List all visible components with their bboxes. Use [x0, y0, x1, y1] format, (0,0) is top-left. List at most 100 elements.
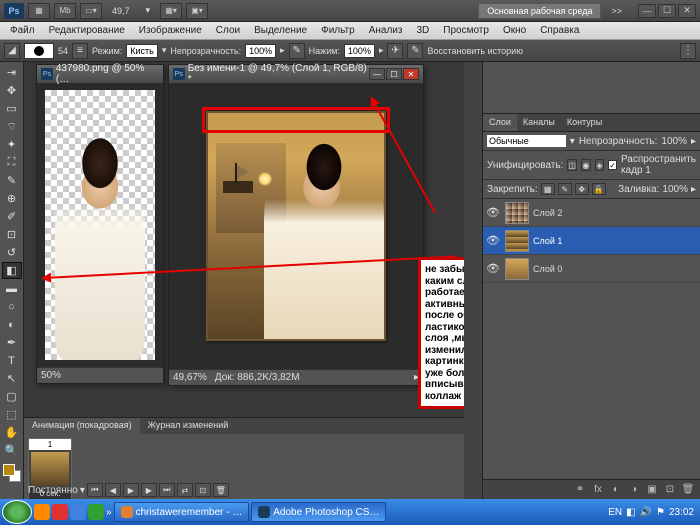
last-frame-icon[interactable]: ⏭	[159, 483, 175, 497]
layer-opacity-field[interactable]: 100%	[661, 136, 687, 147]
visibility-icon[interactable]: 👁	[485, 205, 501, 221]
visibility-icon[interactable]: 👁	[485, 261, 501, 277]
menu-view[interactable]: Просмотр	[437, 23, 495, 38]
bridge-icon[interactable]: ▦	[28, 3, 50, 19]
lock-pixels-icon[interactable]: ✎	[558, 183, 572, 195]
loop-select[interactable]: Постоянно	[28, 485, 78, 496]
opacity-field[interactable]: 100%	[245, 44, 276, 58]
new-layer-icon[interactable]: ⊡	[662, 483, 678, 497]
menu-help[interactable]: Справка	[534, 23, 585, 38]
zoom-level[interactable]: 49,7	[106, 6, 136, 16]
menu-file[interactable]: Файл	[4, 23, 41, 38]
fill-field[interactable]: 100%	[662, 184, 688, 195]
quick-launch-icon[interactable]	[70, 504, 86, 520]
hand-tool[interactable]: ✋	[2, 424, 22, 441]
layer-row[interactable]: 👁 Слой 1	[483, 227, 700, 255]
brush-preview[interactable]	[24, 43, 54, 59]
document-window-1[interactable]: Ps 437980.png @ 50% (… 50%	[36, 64, 164, 384]
tab-paths[interactable]: Контуры	[561, 114, 608, 131]
layer-row[interactable]: 👁 Слой 2	[483, 199, 700, 227]
gradient-tool[interactable]: ▬	[2, 280, 22, 297]
doc-minimize-icon[interactable]: —	[369, 68, 385, 80]
tab-history[interactable]: Журнал изменений	[140, 418, 237, 434]
flow-field[interactable]: 100%	[344, 44, 375, 58]
tablet-opacity-icon[interactable]: ✎	[289, 43, 305, 59]
eyedropper-tool[interactable]: ✎	[2, 172, 22, 189]
layer-thumbnail[interactable]	[505, 202, 529, 224]
close-icon[interactable]: ✕	[678, 4, 696, 18]
doc1-zoom[interactable]: 50%	[41, 370, 61, 381]
doc-close-icon[interactable]: ✕	[403, 68, 419, 80]
dodge-tool[interactable]: ◐	[2, 316, 22, 333]
foreground-color[interactable]	[3, 464, 15, 476]
type-tool[interactable]: T	[2, 352, 22, 369]
menu-select[interactable]: Выделение	[248, 23, 313, 38]
lock-transparent-icon[interactable]: ▦	[541, 183, 555, 195]
taskbar-app-2[interactable]: Adobe Photoshop CS…	[251, 502, 386, 522]
layer-mask-icon[interactable]: ◐	[608, 483, 624, 497]
tab-channels[interactable]: Каналы	[517, 114, 561, 131]
lock-position-icon[interactable]: ✥	[575, 183, 589, 195]
arrange-icon[interactable]: ▦▾	[160, 3, 182, 19]
menu-image[interactable]: Изображение	[133, 23, 208, 38]
play-icon[interactable]: ▶	[123, 483, 139, 497]
layer-row[interactable]: 👁 Слой 0	[483, 255, 700, 283]
layer-thumbnail[interactable]	[505, 230, 529, 252]
doc2-titlebar[interactable]: Ps Без имени-1 @ 49,7% (Слой 1, RGB/8) *…	[169, 65, 423, 83]
zoom-tool[interactable]: 🔍	[2, 442, 22, 459]
propagate-checkbox[interactable]: ✓	[608, 160, 617, 170]
layer-style-icon[interactable]: fx	[590, 483, 606, 497]
group-icon[interactable]: ▣	[644, 483, 660, 497]
quick-launch-icon[interactable]	[34, 504, 50, 520]
doc2-zoom[interactable]: 49,67%	[173, 372, 207, 383]
unify-style-icon[interactable]: ◈	[595, 159, 605, 171]
doc1-canvas[interactable]	[37, 83, 163, 367]
menu-layer[interactable]: Слои	[210, 23, 246, 38]
upper-panel-collapsed[interactable]	[483, 62, 700, 114]
tablet-size-icon[interactable]: ✎	[407, 43, 423, 59]
clock[interactable]: 23:02	[669, 507, 694, 518]
layer-name[interactable]: Слой 2	[533, 208, 562, 218]
unify-position-icon[interactable]: ◫	[567, 159, 577, 171]
delete-frame-icon[interactable]: 🗑	[213, 483, 229, 497]
eraser-tool[interactable]: ◧	[2, 262, 22, 279]
menu-filter[interactable]: Фильтр	[315, 23, 361, 38]
stamp-tool[interactable]: ⊡	[2, 226, 22, 243]
tray-icon[interactable]: ◧	[626, 507, 635, 518]
collapsed-panel-strip[interactable]	[464, 62, 482, 499]
tween-icon[interactable]: ⇄	[177, 483, 193, 497]
lock-all-icon[interactable]: 🔒	[592, 183, 606, 195]
quick-launch-icon[interactable]	[52, 504, 68, 520]
blur-tool[interactable]: ○	[2, 298, 22, 315]
delete-layer-icon[interactable]: 🗑	[680, 483, 696, 497]
grip-icon[interactable]: ⋮	[680, 43, 696, 59]
minimize-icon[interactable]: —	[638, 4, 656, 18]
heal-tool[interactable]: ⊕	[2, 190, 22, 207]
view-extras-icon[interactable]: ▭▾	[80, 3, 102, 19]
tray-icon[interactable]: ⚑	[656, 507, 665, 518]
layer-name[interactable]: Слой 0	[533, 264, 562, 274]
unify-visibility-icon[interactable]: ◉	[581, 159, 591, 171]
mini-bridge-icon[interactable]: Mb	[54, 3, 76, 19]
quick-launch-icon[interactable]	[88, 504, 104, 520]
duplicate-frame-icon[interactable]: ⊡	[195, 483, 211, 497]
maximize-icon[interactable]: ☐	[658, 4, 676, 18]
language-indicator[interactable]: EN	[608, 507, 622, 518]
collapse-icon[interactable]: ⇥	[2, 64, 22, 81]
doc-maximize-icon[interactable]: ☐	[386, 68, 402, 80]
tab-layers[interactable]: Слои	[483, 114, 517, 131]
color-swatches[interactable]	[3, 464, 21, 482]
next-frame-icon[interactable]: ▶	[141, 483, 157, 497]
workspace-switcher[interactable]: Основная рабочая среда	[478, 3, 601, 19]
history-brush-tool[interactable]: ↺	[2, 244, 22, 261]
mode-select[interactable]: Кисть	[126, 44, 158, 58]
visibility-icon[interactable]: 👁	[485, 233, 501, 249]
layer-name[interactable]: Слой 1	[533, 236, 562, 246]
menu-window[interactable]: Окно	[497, 23, 532, 38]
crop-tool[interactable]: ⛶	[2, 154, 22, 171]
wand-tool[interactable]: ✦	[2, 136, 22, 153]
prev-frame-icon[interactable]: ◀	[105, 483, 121, 497]
tool-preset-icon[interactable]: ◢	[4, 43, 20, 59]
workspace-more[interactable]: >>	[605, 6, 628, 16]
brush-panel-icon[interactable]: ≡	[72, 43, 88, 59]
